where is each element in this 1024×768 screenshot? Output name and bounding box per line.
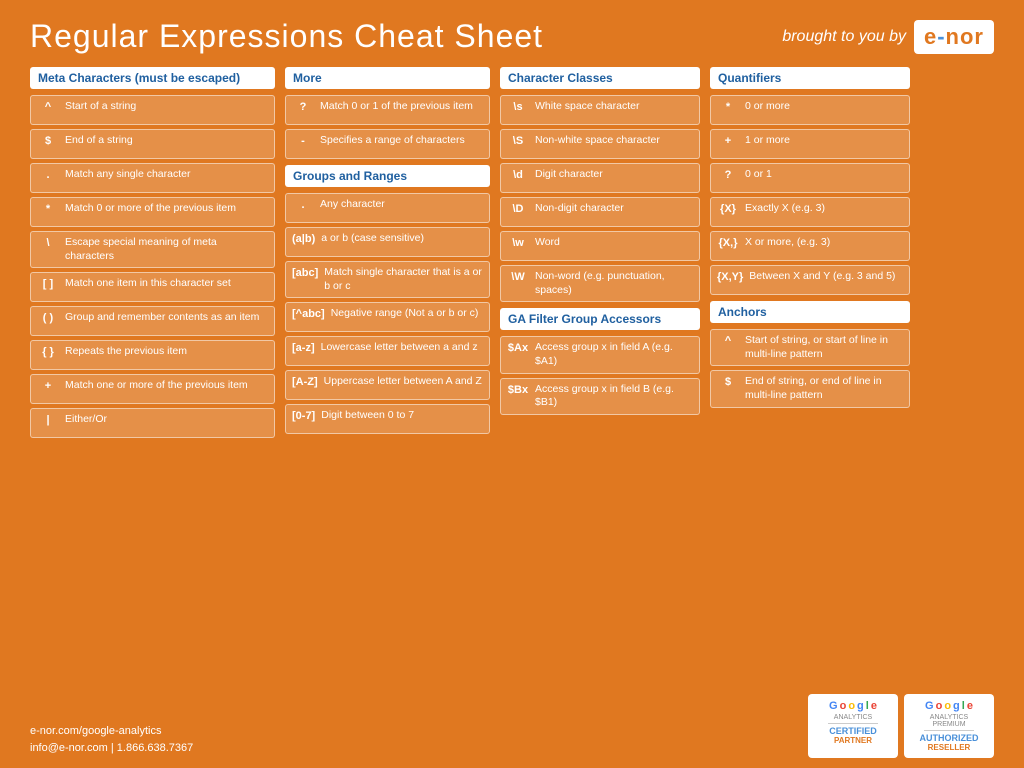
page: Regular Expressions Cheat Sheet brought … — [0, 0, 1024, 768]
anchors-subsection: Anchors ^ Start of string, or start of l… — [710, 301, 910, 408]
footer-url: e-nor.com/google-analytics — [30, 723, 193, 741]
charclass-item-4: \D Non-digit character — [500, 197, 700, 227]
page-title: Regular Expressions Cheat Sheet — [30, 18, 543, 55]
quantifiers-item-5: {X,} X or more, (e.g. 3) — [710, 231, 910, 261]
meta-item-10: | Either/Or — [30, 408, 275, 438]
charclass-item-1: \s White space character — [500, 95, 700, 125]
groups-subsection: Groups and Ranges . Any character (a|b) … — [285, 165, 490, 434]
charclass-column: Character Classes \s White space charact… — [500, 67, 700, 688]
meta-item-8: { } Repeats the previous item — [30, 340, 275, 370]
quantifiers-item-1: * 0 or more — [710, 95, 910, 125]
meta-column: Meta Characters (must be escaped) ^ Star… — [30, 67, 275, 688]
groups-item-5: [a-z] Lowercase letter between a and z — [285, 336, 490, 366]
main-content: Meta Characters (must be escaped) ^ Star… — [30, 67, 994, 688]
charclass-item-5: \w Word — [500, 231, 700, 261]
groups-item-2: (a|b) a or b (case sensitive) — [285, 227, 490, 257]
groups-item-3: [abc] Match single character that is a o… — [285, 261, 490, 298]
enor-logo: e-nor — [914, 20, 994, 54]
anchors-item-1: ^ Start of string, or start of line in m… — [710, 329, 910, 366]
ga-item-2: $Bx Access group x in field B (e.g. $B1) — [500, 378, 700, 415]
groups-item-6: [A-Z] Uppercase letter between A and Z — [285, 370, 490, 400]
charclass-item-2: \S Non-white space character — [500, 129, 700, 159]
meta-item-1: ^ Start of a string — [30, 95, 275, 125]
groups-item-7: [0-7] Digit between 0 to 7 — [285, 404, 490, 434]
charclass-subsection: Character Classes \s White space charact… — [500, 67, 700, 302]
quantifiers-item-2: + 1 or more — [710, 129, 910, 159]
more-item-2: - Specifies a range of characters — [285, 129, 490, 159]
quantifiers-section-header: Quantifiers — [710, 67, 910, 89]
meta-item-7: ( ) Group and remember contents as an it… — [30, 306, 275, 336]
more-item-1: ? Match 0 or 1 of the previous item — [285, 95, 490, 125]
meta-section-header: Meta Characters (must be escaped) — [30, 67, 275, 89]
badge2-analytics: ANALYTICS PREMIUM — [914, 714, 984, 728]
more-subsection: More ? Match 0 or 1 of the previous item… — [285, 67, 490, 159]
badge-reseller: G o o g l e ANALYTICS PREMIUM AUTHORIZED… — [904, 694, 994, 758]
footer-badges: G o o g l e ANALYTICS CERTIFIED PARTNER … — [808, 694, 994, 758]
meta-item-9: + Match one or more of the previous item — [30, 374, 275, 404]
badge1-line1: CERTIFIED — [818, 726, 888, 736]
charclass-item-3: \d Digit character — [500, 163, 700, 193]
ga-item-1: $Ax Access group x in field A (e.g. $A1) — [500, 336, 700, 373]
badge-certified: G o o g l e ANALYTICS CERTIFIED PARTNER — [808, 694, 898, 758]
quantifiers-subsection: Quantifiers * 0 or more + 1 or more ? 0 … — [710, 67, 910, 295]
meta-item-4: * Match 0 or more of the previous item — [30, 197, 275, 227]
badge2-line2: RESELLER — [914, 743, 984, 752]
header: Regular Expressions Cheat Sheet brought … — [30, 18, 994, 55]
footer: e-nor.com/google-analytics info@e-nor.co… — [30, 694, 994, 758]
more-section-header: More — [285, 67, 490, 89]
quantifiers-item-3: ? 0 or 1 — [710, 163, 910, 193]
quantifiers-column: Quantifiers * 0 or more + 1 or more ? 0 … — [710, 67, 910, 688]
quantifiers-item-6: {X,Y} Between X and Y (e.g. 3 and 5) — [710, 265, 910, 295]
quantifiers-item-4: {X} Exactly X (e.g. 3) — [710, 197, 910, 227]
charclass-section-header: Character Classes — [500, 67, 700, 89]
groups-column: More ? Match 0 or 1 of the previous item… — [285, 67, 490, 688]
charclass-item-6: \W Non-word (e.g. punctuation, spaces) — [500, 265, 700, 302]
anchors-item-2: $ End of string, or end of line in multi… — [710, 370, 910, 407]
groups-item-4: [^abc] Negative range (Not a or b or c) — [285, 302, 490, 332]
header-right: brought to you by e-nor — [782, 20, 994, 54]
meta-item-2: $ End of a string — [30, 129, 275, 159]
badge1-analytics: ANALYTICS — [818, 714, 888, 721]
meta-item-3: . Match any single character — [30, 163, 275, 193]
ga-section-header: GA Filter Group Accessors — [500, 308, 700, 330]
footer-email: info@e-nor.com | 1.866.638.7367 — [30, 740, 193, 758]
brought-text: brought to you by — [782, 28, 906, 46]
groups-item-1: . Any character — [285, 193, 490, 223]
anchors-section-header: Anchors — [710, 301, 910, 323]
meta-item-6: [ ] Match one item in this character set — [30, 272, 275, 302]
footer-contact: e-nor.com/google-analytics info@e-nor.co… — [30, 723, 193, 758]
groups-section-header: Groups and Ranges — [285, 165, 490, 187]
ga-filter-subsection: GA Filter Group Accessors $Ax Access gro… — [500, 308, 700, 415]
badge1-line2: PARTNER — [818, 736, 888, 745]
meta-item-5: \ Escape special meaning of meta charact… — [30, 231, 275, 268]
badge2-line1: AUTHORIZED — [914, 733, 984, 743]
